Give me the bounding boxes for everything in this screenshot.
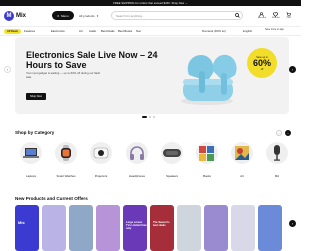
offers-next-button[interactable]: ›: [289, 220, 296, 227]
chevron-right-icon: ›: [287, 131, 289, 135]
category-mic[interactable]: Mic: [261, 142, 293, 178]
hero-prev-button[interactable]: ‹: [4, 66, 11, 73]
logo-mark: M: [4, 11, 14, 21]
hero-next-button[interactable]: ›: [289, 66, 296, 73]
account-label: Account: [258, 17, 266, 19]
projector-icon: [90, 142, 112, 164]
category-label: Mic: [274, 174, 280, 178]
badge-percent: 60%: [252, 57, 271, 68]
books-icon: [196, 142, 218, 164]
shop-now-button[interactable]: Shop Now: [26, 93, 46, 100]
shop-now-label: Shop Now: [30, 95, 42, 98]
category-books[interactable]: Books: [191, 142, 223, 178]
category-headphones[interactable]: Headphones: [121, 142, 153, 178]
all-deals-label: All Deals: [7, 29, 18, 33]
art-icon: [231, 142, 253, 164]
chevron-left-icon: ‹: [6, 67, 9, 72]
category-label: Art: [240, 174, 244, 178]
offer-card[interactable]: [96, 205, 120, 251]
search-icon: [235, 13, 240, 18]
badge-caption-2: off: [260, 67, 264, 71]
cart-button[interactable]: Cart: [286, 12, 291, 19]
headphones-icon: [126, 142, 148, 164]
shop-by-category-title: Shop by Category: [15, 130, 55, 135]
offer-card[interactable]: [204, 205, 228, 251]
account-button[interactable]: Account: [258, 12, 266, 19]
offer-card-text: Mix: [18, 220, 25, 225]
category-next-button[interactable]: ›: [285, 130, 291, 136]
nav-item[interactable]: Best Deals: [101, 29, 115, 33]
nav-item[interactable]: Best Books: [118, 29, 132, 33]
watch-icon: [55, 142, 77, 164]
laptop-icon: [20, 142, 42, 164]
all-deals-chip[interactable]: All Deals: [4, 28, 21, 34]
header: M Mix ≡ Menu All products ▾ Search for a…: [0, 6, 301, 26]
hamburger-icon: ≡: [57, 13, 60, 18]
offers-title: New Products and Current Offers: [15, 196, 88, 201]
offer-card-text: Large screen TVs Limited time only: [126, 221, 147, 231]
carousel-dot[interactable]: [149, 116, 151, 118]
logo-text: Mix: [16, 13, 27, 19]
menu-label: Menu: [61, 13, 69, 18]
offer-card-text: The Season's best deals: [153, 221, 170, 228]
chevron-right-icon: ›: [291, 67, 294, 72]
carousel-dot[interactable]: [142, 116, 147, 118]
chevron-down-icon: ▾: [96, 13, 99, 18]
logo[interactable]: M Mix: [4, 11, 26, 21]
category-projectors[interactable]: Projectors: [85, 142, 117, 178]
search-button[interactable]: [234, 13, 241, 19]
nav-item[interactable]: Audio: [89, 29, 96, 33]
offer-card[interactable]: The Season's best deals: [150, 205, 174, 251]
nav-item[interactable]: Features: [24, 29, 35, 33]
chevron-left-icon: ‹: [278, 131, 280, 135]
carousel-dot[interactable]: [153, 116, 155, 118]
hero-title: Electronics Sale Live Now – 24 Hours to …: [26, 50, 158, 70]
category-label: Headphones: [129, 174, 145, 178]
nav-item[interactable]: Art: [79, 29, 83, 33]
offer-card[interactable]: [69, 205, 93, 251]
cart-label: Cart: [286, 17, 291, 19]
mic-icon: [266, 142, 288, 164]
app-promo-link[interactable]: Save more on app: [265, 29, 284, 31]
nav-item[interactable]: Non: [136, 29, 141, 33]
offer-card[interactable]: Large screen TVs Limited time only: [123, 205, 147, 251]
hero-banner: Electronics Sale Live Now – 24 Hours to …: [15, 37, 289, 114]
discount-badge: Save up to 60% off: [247, 48, 277, 78]
category-select[interactable]: All products ▾: [79, 12, 109, 19]
offer-card[interactable]: [42, 205, 66, 251]
wishlist-button[interactable]: Wishlist: [272, 12, 280, 19]
promo-text: FREE SHIPPING for orders that exceed $20…: [113, 1, 188, 5]
category-speakers[interactable]: Speakers: [156, 142, 188, 178]
category-smart-watches[interactable]: Smart Watches: [50, 142, 82, 178]
earbuds-image: [181, 54, 237, 105]
hero-subtitle: Your next gadget is waiting — up to 60% …: [26, 71, 101, 79]
nav-item[interactable]: Electronics: [51, 29, 65, 33]
search-input[interactable]: Search for anything...: [116, 14, 145, 18]
offer-card[interactable]: [177, 205, 201, 251]
offer-card[interactable]: [231, 205, 255, 251]
language-select[interactable]: English: [243, 29, 252, 33]
category-navbar: All Deals Features Electronics Art Audio…: [0, 26, 301, 36]
offer-card[interactable]: [258, 205, 282, 251]
wishlist-label: Wishlist: [272, 17, 280, 19]
speaker-icon: [161, 142, 183, 164]
category-label: Laptops: [26, 174, 36, 178]
category-label: Books: [203, 174, 211, 178]
category-art[interactable]: Art: [226, 142, 258, 178]
category-select-value: All products: [79, 13, 95, 18]
offer-card[interactable]: Mix: [15, 205, 39, 251]
chevron-right-icon: ›: [291, 221, 294, 226]
category-prev-button[interactable]: ‹: [276, 130, 282, 136]
category-laptops[interactable]: Laptops: [15, 142, 47, 178]
carousel-dots: [142, 116, 155, 118]
region-select[interactable]: Romania (RON lei): [202, 29, 226, 33]
category-label: Speakers: [166, 174, 178, 178]
menu-button[interactable]: ≡ Menu: [52, 11, 74, 20]
category-label: Projectors: [94, 174, 108, 178]
search-bar[interactable]: Search for anything...: [111, 11, 243, 20]
category-label: Smart Watches: [56, 174, 76, 178]
